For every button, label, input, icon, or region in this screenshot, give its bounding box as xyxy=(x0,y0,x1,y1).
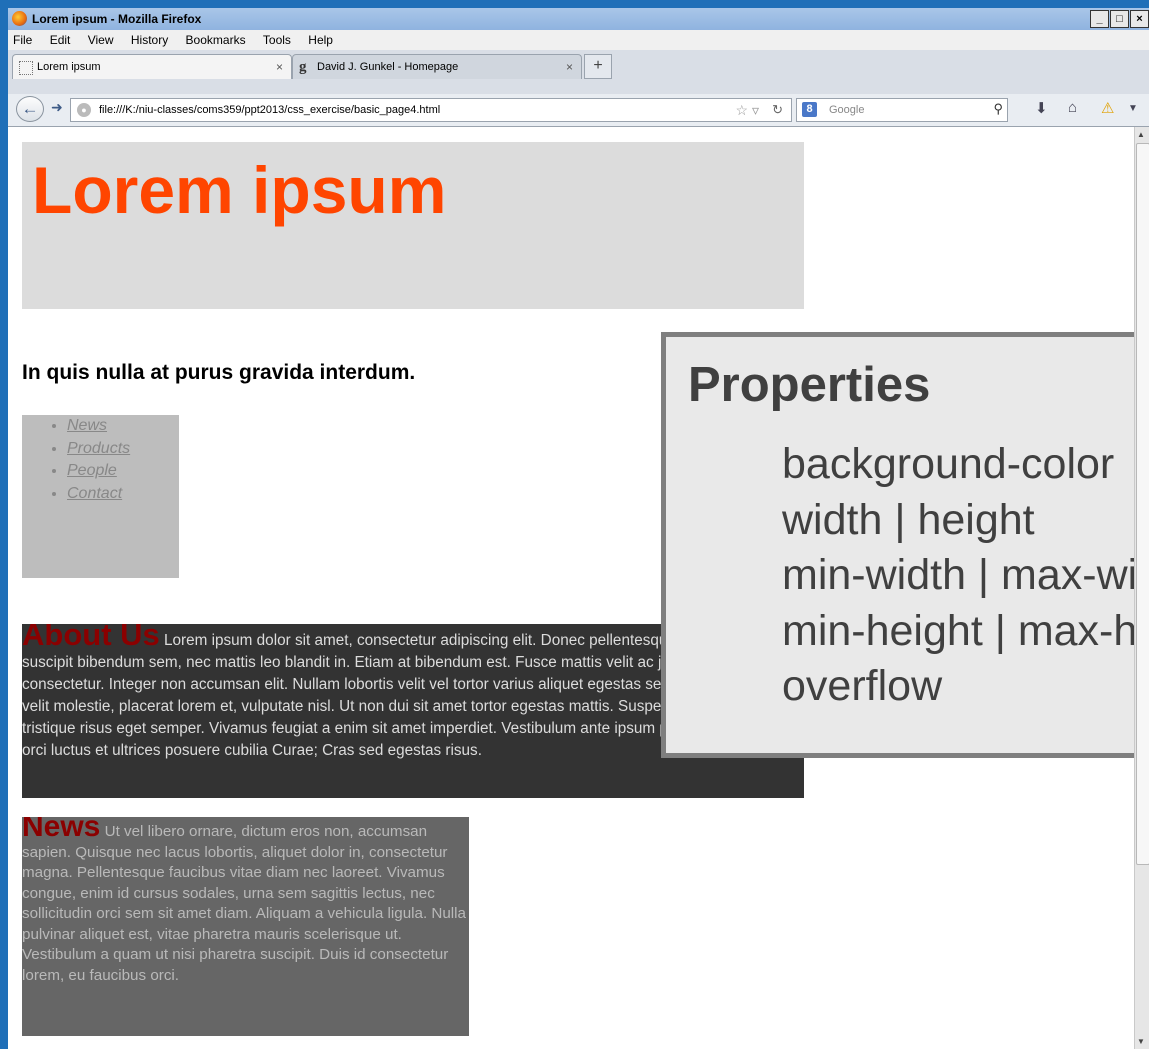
page-header: Lorem ipsum xyxy=(22,142,804,309)
page-title: Lorem ipsum xyxy=(32,153,447,227)
menu-history[interactable]: History xyxy=(131,33,168,47)
search-icon[interactable]: ⚲ xyxy=(993,98,1003,120)
property-item: min-width | max-width xyxy=(782,551,1134,599)
property-item: width | height xyxy=(782,495,1035,544)
scroll-down-icon[interactable]: ▼ xyxy=(1137,1037,1145,1046)
scroll-up-icon[interactable]: ▲ xyxy=(1137,130,1145,139)
about-title: About Us xyxy=(22,624,160,652)
menu-help[interactable]: Help xyxy=(308,33,333,47)
maximize-button[interactable]: □ xyxy=(1110,10,1129,28)
page-subheading: In quis nulla at purus gravida interdum. xyxy=(22,361,416,384)
nav-link-products[interactable]: Products xyxy=(67,438,179,461)
news-body: Ut vel libero ornare, dictum eros non, a… xyxy=(22,823,467,984)
menu-edit[interactable]: Edit xyxy=(50,33,71,47)
tab-label: David J. Gunkel - Homepage xyxy=(317,61,459,73)
scrollbar-thumb[interactable] xyxy=(1136,143,1149,865)
firefox-logo-icon xyxy=(12,11,27,26)
menu-bar: File Edit View History Bookmarks Tools H… xyxy=(8,30,1149,50)
tab-close-button[interactable]: × xyxy=(276,55,283,79)
blank-page-icon xyxy=(19,61,33,75)
callout-title: Properties xyxy=(688,358,931,412)
menu-file[interactable]: File xyxy=(13,33,32,47)
tab-label: Lorem ipsum xyxy=(37,61,101,73)
tab-lorem-ipsum[interactable]: Lorem ipsum × xyxy=(12,54,292,79)
warning-icon[interactable]: ⚠ xyxy=(1101,99,1114,117)
tab-gunkel-homepage[interactable]: g David J. Gunkel - Homepage × xyxy=(292,54,582,79)
bookmark-star-icon[interactable]: ☆ ▿ xyxy=(736,99,759,121)
browser-window: Lorem ipsum - Mozilla Firefox _ □ × File… xyxy=(8,8,1149,1049)
news-section: News Ut vel libero ornare, dictum eros n… xyxy=(22,817,469,1036)
address-bar[interactable]: ● file:///K:/niu-classes/coms359/ppt2013… xyxy=(70,98,792,122)
menu-bookmarks[interactable]: Bookmarks xyxy=(186,33,246,47)
site-nav: News Products People Contact xyxy=(22,415,179,578)
globe-icon: ● xyxy=(77,103,91,117)
property-list: background-color width | height min-widt… xyxy=(782,437,1134,715)
vertical-scrollbar[interactable]: ▲ ▼ xyxy=(1134,127,1149,1049)
url-text: file:///K:/niu-classes/coms359/ppt2013/c… xyxy=(99,104,441,116)
forward-button[interactable]: ➜ xyxy=(51,99,63,116)
tab-close-button[interactable]: × xyxy=(566,55,573,79)
download-icon[interactable]: ⬇ xyxy=(1035,99,1048,117)
reload-icon[interactable]: ↻ xyxy=(772,99,783,121)
nav-link-people[interactable]: People xyxy=(67,460,179,483)
property-item: min-height | max-height xyxy=(782,606,1134,655)
search-placeholder: Google xyxy=(829,104,865,116)
search-box[interactable]: 8 Google ⚲ xyxy=(796,98,1008,122)
menu-view[interactable]: View xyxy=(88,33,114,47)
page-viewport: Lorem ipsum In quis nulla at purus gravi… xyxy=(8,127,1134,1049)
nav-link-contact[interactable]: Contact xyxy=(67,483,179,506)
menu-tools[interactable]: Tools xyxy=(263,33,291,47)
close-window-button[interactable]: × xyxy=(1130,10,1149,28)
properties-callout: Properties background-color width | heig… xyxy=(661,332,1134,758)
tab-bar: Lorem ipsum × g David J. Gunkel - Homepa… xyxy=(8,50,1149,95)
title-bar: Lorem ipsum - Mozilla Firefox _ □ × xyxy=(8,8,1149,30)
property-item: background-color xyxy=(782,440,1115,488)
window-title: Lorem ipsum - Mozilla Firefox xyxy=(32,12,202,26)
navigation-toolbar: ← ➜ ● file:///K:/niu-classes/coms359/ppt… xyxy=(8,94,1149,127)
window-controls: _ □ × xyxy=(1089,10,1149,28)
minimize-button[interactable]: _ xyxy=(1090,10,1109,28)
search-engine-icon[interactable]: 8 xyxy=(802,102,817,117)
new-tab-button[interactable]: + xyxy=(584,54,612,79)
site-favicon-icon: g xyxy=(299,59,307,75)
home-icon[interactable]: ⌂ xyxy=(1068,99,1077,116)
back-button[interactable]: ← xyxy=(16,96,44,122)
news-title: News xyxy=(22,817,101,843)
chevron-down-icon[interactable]: ▼ xyxy=(1128,103,1138,114)
nav-link-news[interactable]: News xyxy=(67,415,179,438)
property-item: overflow xyxy=(782,662,943,710)
